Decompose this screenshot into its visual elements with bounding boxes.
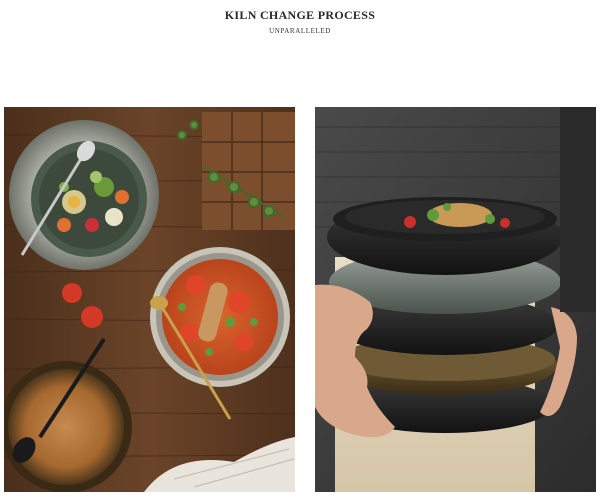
page-subtitle: UNPARALLELED: [269, 27, 331, 35]
page-title: KILN CHANGE PROCESS: [224, 8, 376, 22]
stacked-bowls-photo-icon: [315, 107, 596, 492]
tableware-photo: [4, 107, 295, 492]
tableware-photo-icon: [4, 107, 295, 492]
stacked-bowls-photo: [315, 107, 596, 492]
